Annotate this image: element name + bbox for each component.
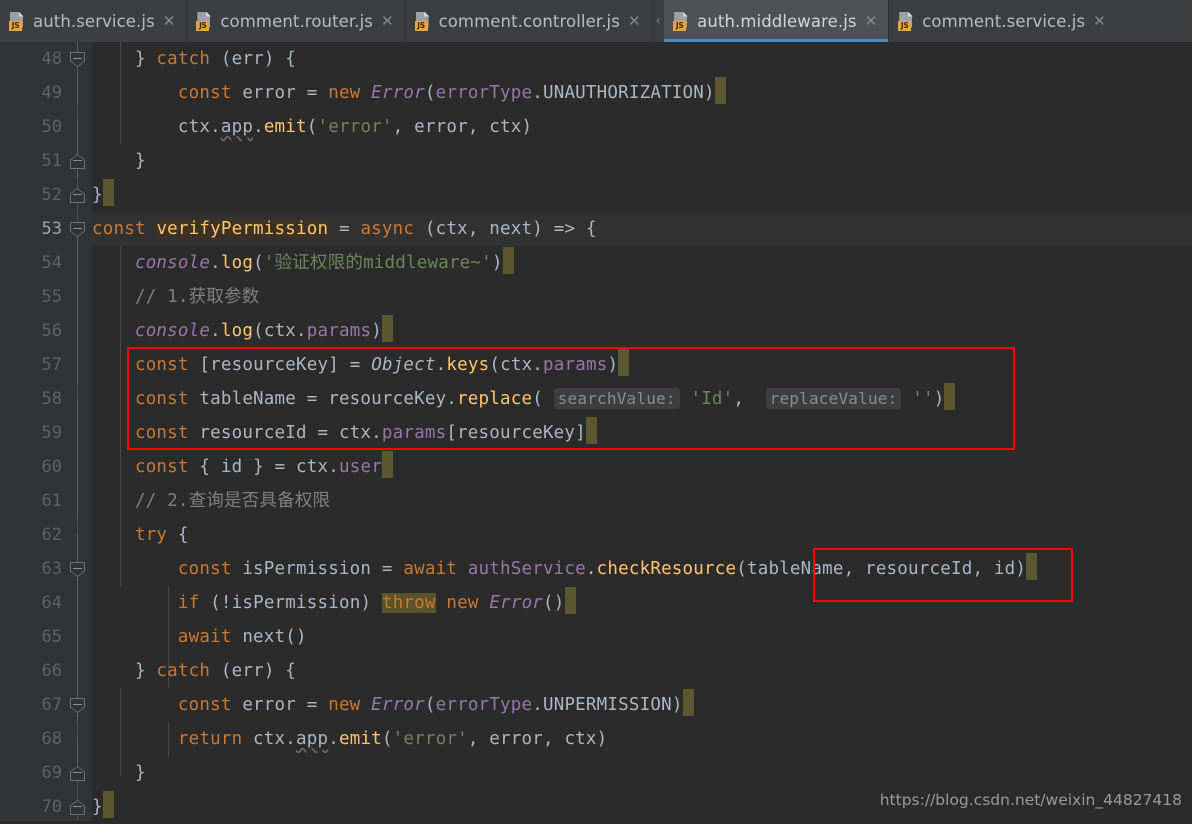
tab-label: auth.service.js [33, 11, 155, 31]
line-number: 61 [41, 491, 62, 511]
line-number: 53 [41, 219, 62, 239]
code-line-58: const tableName = resourceKey.replace( s… [92, 382, 956, 416]
code-line-68: return ctx.app.emit('error', error, ctx) [177, 729, 608, 749]
line-number: 64 [41, 593, 62, 613]
close-icon[interactable]: ✕ [380, 12, 395, 31]
tab-label: comment.controller.js [438, 11, 620, 31]
code-text-area[interactable]: } catch (err) { const error = new Error(… [92, 42, 1192, 821]
tab-auth-middleware-js[interactable]: JS auth.middleware.js ✕ [664, 0, 890, 42]
line-number: 55 [41, 287, 62, 307]
fold-marker-line-52[interactable] [70, 188, 85, 203]
fold-marker-line-70[interactable] [70, 800, 85, 815]
line-number: 67 [41, 695, 62, 715]
fold-connector [77, 399, 78, 518]
code-line-63: const isPermission = await authService.c… [92, 552, 1038, 586]
code-line-48: } catch (err) { [92, 49, 297, 69]
code-line-62: try { [134, 525, 189, 545]
line-number: 54 [41, 253, 62, 273]
inline-hint-replacevalue[interactable]: replaceValue: [765, 388, 902, 409]
code-editor-pane[interactable]: 48 49 50 51 52 53 54 55 56 57 58 59 60 6… [0, 42, 1192, 821]
code-line-65: await next() [177, 627, 307, 647]
fold-marker-line-62[interactable] [70, 562, 85, 577]
close-icon[interactable]: ✕ [864, 12, 879, 31]
code-line-67: const error = new Error(errorType.UNPERM… [92, 688, 694, 722]
line-number: 58 [41, 389, 62, 409]
watermark-url: https://blog.csdn.net/weixin_44827418 [879, 791, 1182, 809]
javascript-file-icon: JS [414, 11, 432, 31]
highlighted-keyword: throw [381, 593, 436, 613]
code-line-70: } [92, 790, 114, 821]
line-number: 52 [41, 185, 62, 205]
fold-marker-line-69[interactable] [70, 766, 85, 781]
tab-comment-service-js[interactable]: JS comment.service.js ✕ [889, 0, 1117, 42]
code-line-64: if (!isPermission) throw new Error() [92, 586, 576, 620]
code-line-49: const error = new Error(errorType.UNAUTH… [92, 76, 726, 110]
tab-comment-controller-js[interactable]: JS comment.controller.js ✕ [406, 0, 653, 42]
code-line-56: console.log(ctx.params) [92, 314, 393, 348]
javascript-file-icon: JS [898, 11, 915, 31]
code-line-60: const { id } = ctx.user [92, 450, 393, 484]
line-number: 63 [41, 559, 62, 579]
fold-connector [77, 229, 78, 384]
line-number: 70 [41, 797, 62, 817]
tab-label: comment.service.js [922, 11, 1086, 31]
fold-marker-line-48[interactable] [70, 52, 85, 67]
inline-hint-searchvalue[interactable]: searchValue: [553, 388, 680, 409]
line-number: 60 [41, 457, 62, 477]
fold-connector [77, 170, 78, 179]
line-number: 48 [41, 49, 62, 69]
code-line-57: const [resourceKey] = Object.keys(ctx.pa… [92, 348, 630, 382]
javascript-file-icon: JS [9, 11, 26, 31]
code-line-59: const resourceId = ctx.params[resourceKe… [92, 416, 597, 450]
code-line-53: const verifyPermission = async (ctx, nex… [92, 219, 597, 239]
code-line-55: // 1.获取参数 [134, 287, 260, 307]
code-line-50: ctx.app.emit('error', error, ctx) [92, 117, 533, 137]
tab-label: auth.middleware.js [697, 11, 857, 31]
code-line-52: } [92, 178, 114, 212]
tab-label: comment.router.js [220, 11, 373, 31]
tab-overflow-chevron-icon[interactable]: ‹ [653, 13, 665, 29]
close-icon[interactable]: ✕ [1092, 12, 1107, 31]
line-number: 59 [41, 423, 62, 443]
code-line-54: console.log('验证权限的middleware~') [92, 246, 514, 280]
close-icon[interactable]: ✕ [627, 12, 642, 31]
line-number: 50 [41, 117, 62, 137]
code-line-51: } [92, 151, 146, 171]
code-line-66: } catch (err) { [92, 661, 297, 681]
line-number: 69 [41, 763, 62, 783]
fold-connector [77, 119, 78, 155]
line-number: 57 [41, 355, 62, 375]
tab-auth-service-js[interactable]: JS auth.service.js ✕ [0, 0, 188, 42]
javascript-file-icon: JS [673, 11, 690, 31]
fold-marker-line-66[interactable] [70, 698, 85, 713]
line-number: 62 [41, 525, 62, 545]
line-number: 66 [41, 661, 62, 681]
line-number: 49 [41, 83, 62, 103]
fold-marker-line-53[interactable] [70, 222, 85, 237]
line-number: 56 [41, 321, 62, 341]
close-icon[interactable]: ✕ [162, 12, 177, 31]
editor-tab-bar: JS auth.service.js ✕ JS comment.router.j… [0, 0, 1192, 42]
javascript-file-icon: JS [196, 11, 213, 31]
editor-gutter[interactable]: 48 49 50 51 52 53 54 55 56 57 58 59 60 6… [0, 42, 92, 821]
code-line-61: // 2.查询是否具备权限 [134, 491, 331, 511]
line-number: 65 [41, 627, 62, 647]
fold-marker-line-51[interactable] [70, 154, 85, 169]
highlighted-identifier: verifyPermission [156, 219, 329, 239]
line-number: 51 [41, 151, 62, 171]
tab-comment-router-js[interactable]: JS comment.router.js ✕ [187, 0, 406, 42]
code-line-69: } [92, 763, 146, 783]
line-number: 68 [41, 729, 62, 749]
